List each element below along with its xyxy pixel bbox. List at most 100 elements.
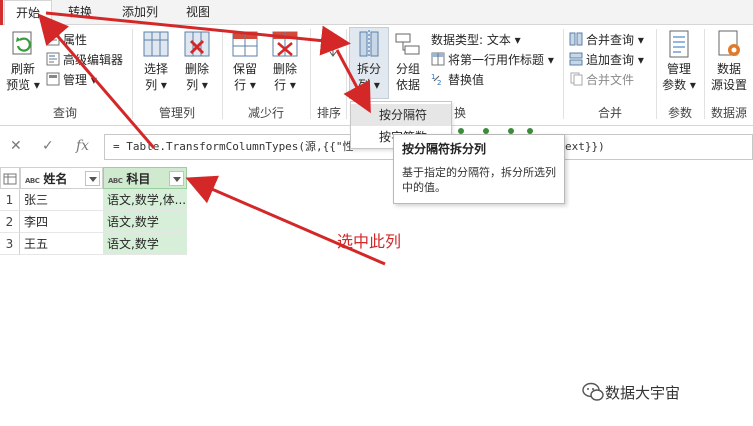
choose-columns-label-1: 选择 bbox=[143, 62, 168, 76]
replace-values-button[interactable]: 1 2 替换值 bbox=[431, 70, 484, 90]
use-first-row-as-headers-button[interactable]: 将第一行用作标题 ▾ bbox=[431, 50, 554, 70]
ribbon-tab-bar: 开始 转换 添加列 视图 bbox=[0, 0, 753, 26]
group-by-label-1: 分组 bbox=[395, 62, 420, 76]
group-label-reduce-rows: 减少行 bbox=[247, 106, 284, 120]
table-cell[interactable]: 张三 bbox=[20, 189, 103, 211]
properties-label: 属性 bbox=[63, 33, 88, 47]
file-tab-accent bbox=[0, 0, 3, 25]
first-row-header-label: 将第一行用作标题 bbox=[448, 53, 545, 67]
group-label-manage-columns: 管理列 bbox=[158, 106, 195, 120]
column-header-label: 姓名 bbox=[43, 172, 68, 186]
choose-columns-button[interactable]: 选择 列 ▾ bbox=[137, 29, 175, 93]
data-source-settings-icon bbox=[714, 29, 744, 59]
parameters-label-2: 参数 bbox=[662, 78, 687, 92]
group-separator bbox=[563, 29, 564, 119]
cancel-formula-icon[interactable]: ✕ bbox=[10, 138, 22, 154]
split-by-delimiter-item[interactable]: 按分隔符 bbox=[351, 104, 451, 126]
tab-home[interactable]: 开始 bbox=[4, 0, 52, 26]
split-column-button[interactable]: 拆分 列 ▾ bbox=[350, 29, 388, 93]
column-header-subject[interactable]: ABC 科目 bbox=[103, 167, 187, 189]
parameters-label-1: 管理 bbox=[666, 62, 691, 76]
append-queries-button[interactable]: 追加查询 ▾ bbox=[569, 50, 644, 70]
manage-parameters-button[interactable]: 管理 参数 ▾ bbox=[660, 29, 698, 93]
group-label-transform: 换 bbox=[453, 106, 466, 120]
svg-text:A: A bbox=[320, 34, 327, 44]
remove-columns-button[interactable]: 删除 列 ▾ bbox=[178, 29, 216, 93]
text-type-icon[interactable]: ABC bbox=[25, 177, 40, 185]
keep-rows-label-2: 行 bbox=[234, 78, 247, 92]
wechat-icon bbox=[582, 382, 604, 401]
refresh-label-2: 预览 bbox=[6, 78, 31, 92]
merge-queries-icon bbox=[569, 32, 583, 46]
keep-rows-icon bbox=[230, 29, 260, 59]
replace-values-label: 替换值 bbox=[448, 73, 485, 87]
group-label-data-sources: 数据源 bbox=[710, 106, 747, 120]
combine-files-button[interactable]: 合并文件 bbox=[569, 70, 634, 90]
column-filter-dropdown-icon[interactable] bbox=[85, 171, 100, 186]
data-source-settings-button[interactable]: 数据 源设置 bbox=[707, 29, 751, 93]
data-type-dropdown[interactable]: 数据类型: 文本 ▾ bbox=[431, 30, 521, 50]
tab-add-column[interactable]: 添加列 bbox=[112, 0, 168, 25]
column-header-name[interactable]: ABC 姓名 bbox=[20, 167, 103, 189]
split-by-delimiter-tooltip: 按分隔符拆分列 基于指定的分隔符，拆分所选列中的值。 bbox=[393, 134, 565, 204]
tab-view[interactable]: 视图 bbox=[176, 0, 220, 25]
group-by-label-2: 依据 bbox=[395, 78, 420, 92]
manage-label: 管理 bbox=[63, 73, 88, 87]
data-type-label: 数据类型: 文本 bbox=[431, 33, 511, 47]
manage-icon bbox=[46, 72, 60, 86]
watermark-text: 数据大宇宙 bbox=[605, 384, 681, 402]
column-filter-dropdown-icon[interactable] bbox=[169, 171, 184, 186]
group-separator bbox=[310, 29, 311, 119]
data-source-settings-label-2: 源设置 bbox=[710, 78, 747, 92]
remove-rows-icon bbox=[270, 29, 300, 59]
refresh-preview-button[interactable]: 刷新 预览 ▾ bbox=[2, 29, 44, 93]
table-cell-selected[interactable]: 语文,数学 bbox=[103, 211, 187, 233]
remove-rows-button[interactable]: 删除 行 ▾ bbox=[266, 29, 304, 93]
combine-files-label: 合并文件 bbox=[586, 73, 635, 87]
tab-transform[interactable]: 转换 bbox=[58, 0, 102, 25]
sort-icon: AZ bbox=[318, 29, 338, 59]
table-cell[interactable]: 王五 bbox=[20, 233, 103, 255]
split-column-icon bbox=[354, 29, 384, 59]
combine-files-icon bbox=[569, 72, 583, 86]
properties-button[interactable]: 属性 bbox=[46, 30, 87, 50]
choose-columns-label-2: 列 bbox=[145, 78, 158, 92]
confirm-formula-icon[interactable]: ✓ bbox=[42, 138, 54, 154]
keep-rows-button[interactable]: 保留 行 ▾ bbox=[226, 29, 264, 93]
table-cell-selected[interactable]: 语文,数学,体... bbox=[103, 189, 187, 211]
advanced-editor-icon bbox=[46, 52, 60, 66]
split-column-label-2: 列 bbox=[358, 78, 371, 92]
group-by-button[interactable]: 分组 依据 bbox=[391, 29, 425, 93]
manage-query-button[interactable]: 管理 ▾ bbox=[46, 70, 97, 90]
row-number: 3 bbox=[0, 233, 20, 255]
fx-icon[interactable]: fx bbox=[76, 138, 89, 154]
row-number: 1 bbox=[0, 189, 20, 211]
row-number: 2 bbox=[0, 211, 20, 233]
sort-ascending-button[interactable]: AZ bbox=[316, 29, 340, 61]
table-cell[interactable]: 李四 bbox=[20, 211, 103, 233]
keep-rows-label-1: 保留 bbox=[232, 62, 257, 76]
refresh-label-1: 刷新 bbox=[10, 62, 35, 76]
table-corner-icon[interactable] bbox=[0, 167, 20, 189]
replace-values-icon: 12 bbox=[431, 72, 445, 87]
merge-queries-label: 合并查询 bbox=[586, 33, 635, 47]
group-separator bbox=[656, 29, 657, 119]
merge-queries-button[interactable]: 合并查询 ▾ bbox=[569, 30, 644, 50]
group-separator bbox=[222, 29, 223, 119]
append-queries-icon bbox=[569, 52, 583, 66]
group-label-parameters: 参数 bbox=[667, 106, 692, 120]
text-type-icon[interactable]: ABC bbox=[108, 177, 123, 185]
group-separator bbox=[132, 29, 133, 119]
advanced-editor-button[interactable]: 高级编辑器 bbox=[46, 50, 123, 70]
append-queries-label: 追加查询 bbox=[586, 53, 635, 67]
group-label-query: 查询 bbox=[52, 106, 77, 120]
tooltip-body: 基于指定的分隔符，拆分所选列中的值。 bbox=[402, 166, 556, 194]
data-source-settings-label-1: 数据 bbox=[716, 62, 741, 76]
parameters-icon bbox=[664, 29, 694, 59]
annotation-text: 选中此列 bbox=[337, 232, 402, 251]
formula-text-tail: ext}}) bbox=[565, 140, 605, 153]
table-cell-selected[interactable]: 语文,数学 bbox=[103, 233, 187, 255]
formula-text: = Table.TransformColumnTypes(源,{{"性 bbox=[113, 140, 354, 153]
refresh-icon bbox=[8, 29, 38, 59]
svg-text:2: 2 bbox=[437, 79, 441, 86]
